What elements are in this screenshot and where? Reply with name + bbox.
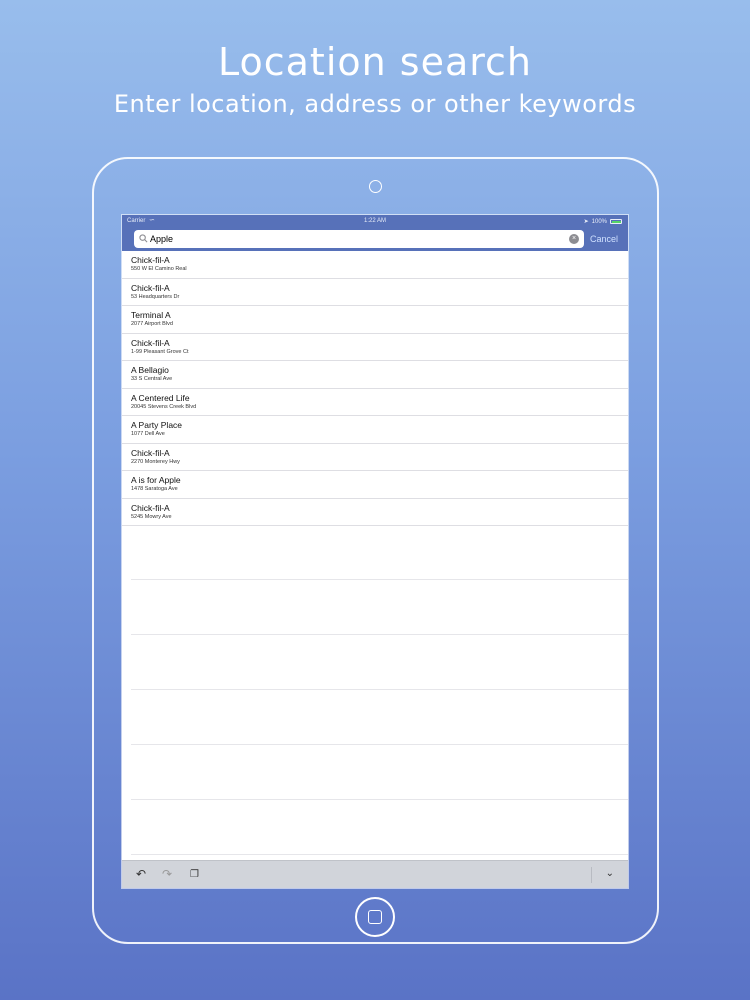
undo-icon[interactable]: ↶ (136, 867, 146, 881)
home-square-icon (368, 910, 382, 924)
cancel-button[interactable]: Cancel (590, 234, 618, 244)
empty-row (131, 800, 628, 855)
clear-icon[interactable]: × (569, 234, 579, 244)
home-button (355, 897, 395, 937)
paste-icon[interactable]: ❐ (190, 869, 199, 880)
result-address: 5245 Mowry Ave (131, 513, 172, 520)
result-name: Chick-fil-A (131, 502, 170, 513)
result-row[interactable]: A Bellagio 33 S Central Ave (122, 361, 628, 389)
result-row[interactable]: Chick-fil-A 2270 Monterey Hwy (122, 444, 628, 471)
camera-icon (369, 180, 382, 193)
result-row[interactable]: Chick-fil-A 53 Headquarters Dr (122, 279, 628, 306)
result-name: A is for Apple (131, 475, 181, 485)
toolbar-divider (591, 867, 592, 883)
empty-row (131, 745, 628, 800)
battery-icon (610, 219, 622, 224)
device-screen: Carrier ∽ 1:22 AM ➤ 100% × Cancel Chick-… (122, 215, 628, 888)
status-right: ➤ 100% (584, 218, 622, 225)
result-row[interactable]: A Party Place 1077 Dell Ave (122, 416, 628, 444)
result-name: Chick-fil-A (131, 282, 170, 293)
result-name: A Centered Life (131, 392, 190, 403)
result-address: 2077 Airport Blvd (131, 321, 173, 327)
location-arrow-icon: ➤ (583, 219, 589, 225)
result-row[interactable]: Terminal A 2077 Airport Blvd (122, 306, 628, 334)
result-address: 33 S Central Ave (131, 376, 173, 382)
chevron-down-icon[interactable]: ⌄ (606, 868, 614, 879)
result-address: 550 W El Camino Real (131, 266, 187, 272)
result-name: A Party Place (131, 420, 183, 430)
result-address: 1-99 Pleasant Grove Ct (131, 348, 189, 355)
empty-row (131, 690, 628, 745)
result-name: Chick-fil-A (131, 447, 170, 458)
result-address: 2270 Monterey Hwy (131, 458, 180, 465)
status-time: 1:22 AM (363, 218, 386, 224)
empty-row (131, 525, 628, 580)
empty-rows (131, 525, 628, 855)
result-name: Chick-fil-A (131, 255, 170, 265)
redo-icon[interactable]: ↷ (162, 867, 172, 881)
result-name: A Bellagio (131, 365, 169, 375)
result-row[interactable]: Chick-fil-A 550 W El Camino Real (122, 251, 628, 279)
result-address: 1077 Dell Ave (131, 431, 165, 437)
empty-row (131, 580, 628, 635)
result-address: 1478 Saratoga Ave (131, 486, 178, 492)
result-name: Chick-fil-A (131, 337, 170, 348)
search-field[interactable]: × (134, 230, 584, 248)
result-name: Terminal A (131, 310, 171, 320)
keyboard-toolbar: ↶ ↷ ❐ ⌄ (122, 860, 628, 888)
search-input[interactable] (150, 232, 560, 246)
promo-title: Location search (217, 40, 533, 84)
promo-subtitle: Enter location, address or other keyword… (113, 90, 637, 118)
results-list: Chick-fil-A 550 W El Camino Real Chick-f… (122, 251, 628, 526)
result-row[interactable]: A Centered Life 20045 Stevens Creek Blvd (122, 389, 628, 416)
result-address: 20045 Stevens Creek Blvd (131, 403, 197, 410)
search-bar: × Cancel (122, 227, 628, 251)
result-row[interactable]: Chick-fil-A 1-99 Pleasant Grove Ct (122, 334, 628, 361)
result-row[interactable]: A is for Apple 1478 Saratoga Ave (122, 471, 628, 499)
status-bar: Carrier ∽ 1:22 AM ➤ 100% (122, 215, 628, 227)
result-row[interactable]: Chick-fil-A 5245 Mowry Ave (122, 499, 628, 526)
empty-row (131, 635, 628, 690)
battery-percent: 100% (591, 218, 607, 225)
search-icon (139, 234, 148, 243)
result-address: 53 Headquarters Dr (131, 293, 180, 300)
